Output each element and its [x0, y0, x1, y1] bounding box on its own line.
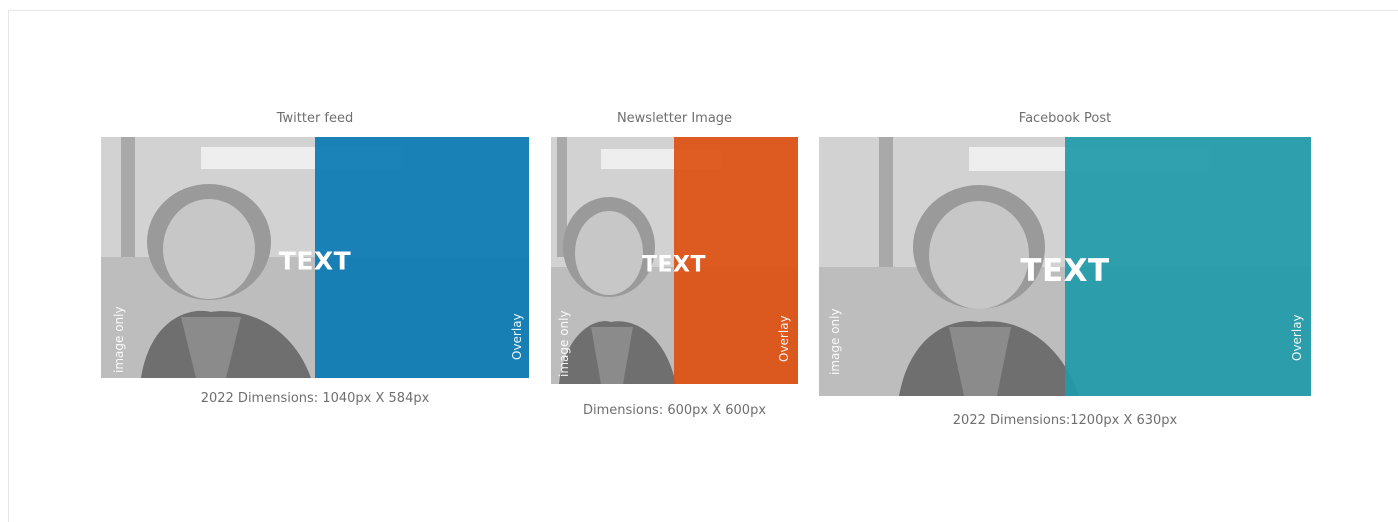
overlay-label: Overlay	[1290, 314, 1304, 361]
headline-text: TEXT	[278, 246, 352, 276]
newsletter-image-dimensions: Dimensions: 600px X 600px	[582, 403, 767, 418]
facebook-post-dimensions: 2022 Dimensions:1200px X 630px	[952, 413, 1178, 428]
overlay-label: Overlay	[510, 313, 524, 360]
image-only-label: image only	[828, 308, 842, 375]
headline-text: TEXT	[641, 252, 707, 278]
image-only-label: image only	[112, 306, 126, 373]
newsletter-image-mockup: TEXT image only Overlay	[551, 137, 798, 384]
twitter-feed-mockup: TEXT image only Overlay	[101, 137, 529, 378]
headline-text: TEXT	[1020, 253, 1110, 289]
newsletter-image-title: Newsletter Image	[616, 111, 733, 126]
facebook-post-title: Facebook Post	[1018, 111, 1112, 126]
twitter-feed-dimensions: 2022 Dimensions: 1040px X 584px	[200, 391, 430, 406]
overlay-label: Overlay	[777, 315, 791, 362]
twitter-feed-title: Twitter feed	[276, 111, 354, 126]
image-only-label: image only	[557, 310, 571, 377]
facebook-post-mockup: TEXT image only Overlay	[819, 137, 1311, 396]
